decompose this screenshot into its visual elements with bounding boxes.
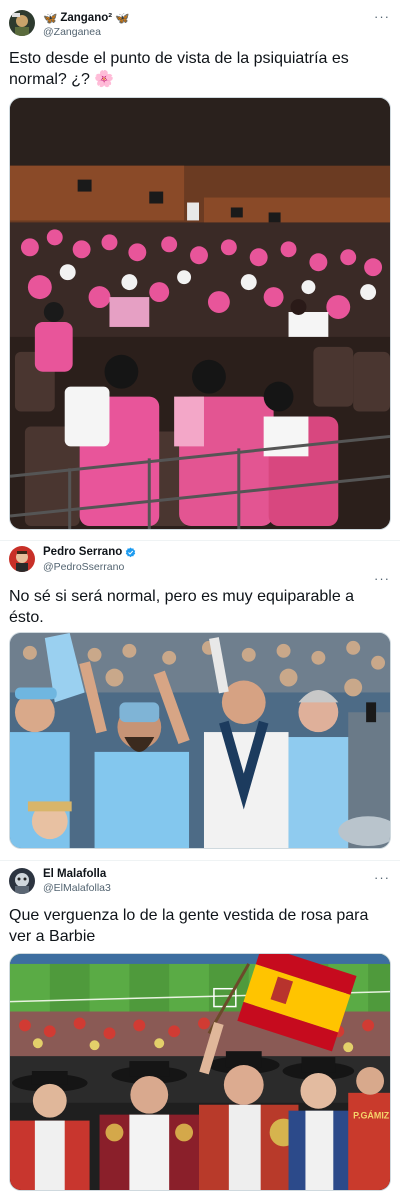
author-name-label: Zangano² — [60, 12, 113, 24]
author-handle[interactable]: @PedroSserrano — [43, 561, 124, 573]
author-handle[interactable]: @Zanganea — [43, 26, 101, 38]
cinema-photo-icon — [10, 98, 390, 529]
tweet-3: El Malafolla @ElMalafolla3 ··· Que vergu… — [0, 861, 400, 1201]
tweet-text: No sé si será normal, pero es muy equipa… — [9, 588, 355, 626]
tweet-1: 🦋 Zangano² 🦋 @Zanganea ··· Esto desde el… — [0, 0, 400, 540]
avatar-image-icon — [9, 10, 35, 36]
more-options-icon[interactable]: ··· — [374, 571, 390, 586]
verified-badge-icon — [126, 547, 136, 557]
tweet-2: Pedro Serrano @PedroSserrano ··· No sé s… — [0, 541, 400, 859]
tweet-photo[interactable] — [9, 97, 391, 530]
football-fans-photo-icon — [10, 633, 390, 848]
avatar[interactable] — [9, 546, 35, 572]
author-name-label: Pedro Serrano — [43, 546, 123, 558]
author-name-label: El Malafolla — [43, 868, 107, 880]
more-options-icon[interactable]: ··· — [374, 870, 390, 885]
tweet-photo[interactable] — [9, 632, 391, 849]
shirt-text: P.GÁMIZ — [353, 1111, 390, 1121]
avatar[interactable] — [9, 10, 35, 36]
tweet-text: Que verguenza lo de la gente vestida de … — [9, 907, 369, 945]
more-options-icon[interactable]: ··· — [374, 9, 390, 24]
butterfly-icon: 🦋 — [43, 13, 58, 25]
tweet-photo[interactable]: P.GÁMIZ — [9, 953, 391, 1191]
author-name[interactable]: 🦋 Zangano² 🦋 — [43, 11, 129, 25]
tweet-text: Esto desde el punto de vista de la psiqu… — [9, 50, 349, 88]
author-name[interactable]: El Malafolla — [43, 868, 106, 880]
stadium-fans-photo-icon: P.GÁMIZ — [10, 954, 390, 1190]
avatar[interactable] — [9, 868, 35, 894]
avatar-image-icon — [9, 868, 35, 894]
avatar-image-icon — [9, 546, 35, 572]
butterfly-icon: 🦋 — [115, 13, 130, 25]
author-name[interactable]: Pedro Serrano — [43, 546, 136, 558]
author-handle[interactable]: @ElMalafolla3 — [43, 882, 111, 894]
